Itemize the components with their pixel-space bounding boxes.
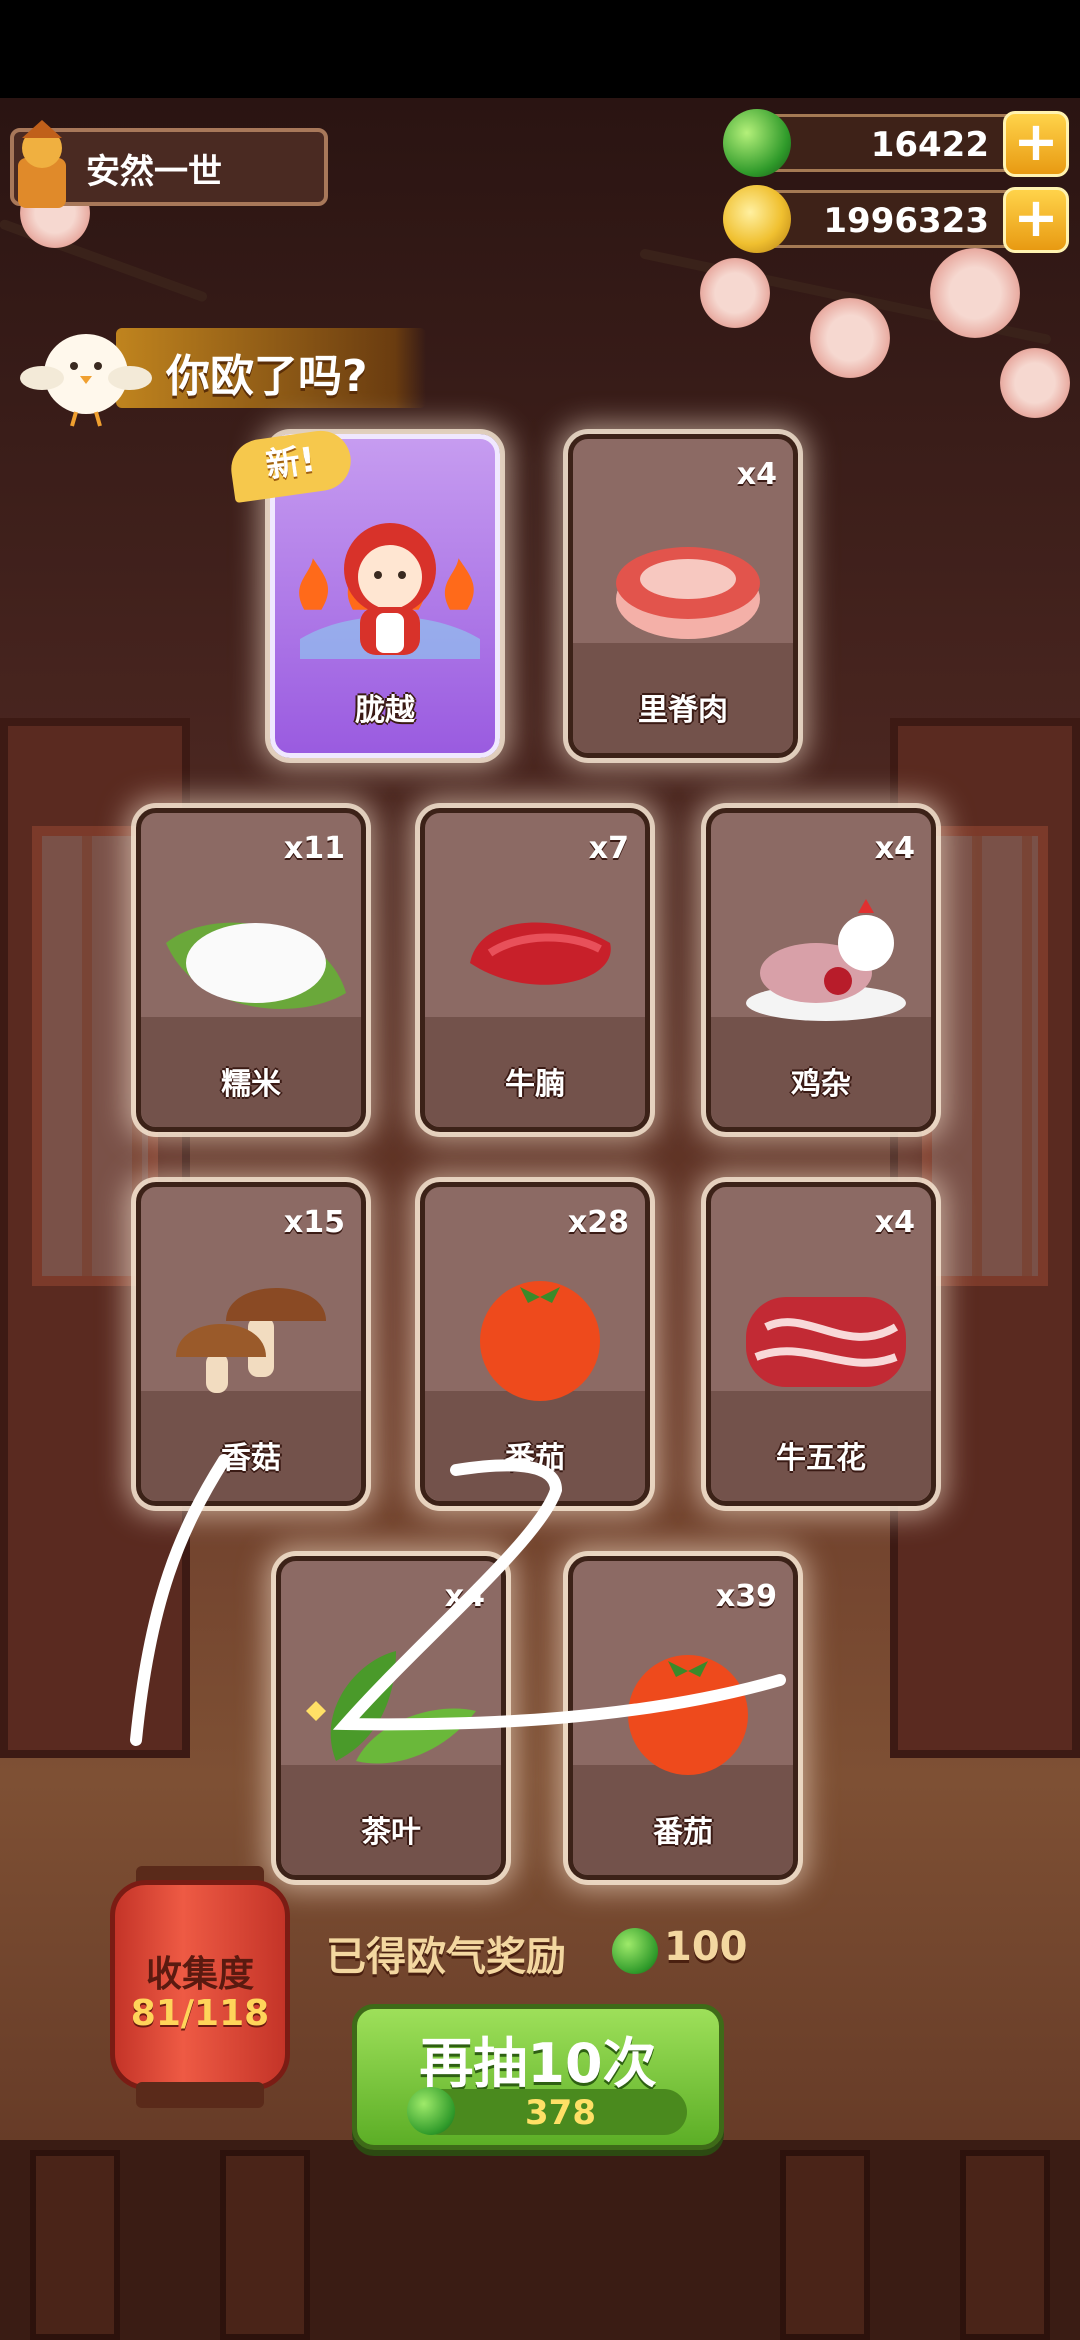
card-tomato[interactable]: x28 番茄	[420, 1182, 650, 1506]
tenderloin-icon	[616, 547, 760, 639]
beef-brisket-icon	[470, 922, 611, 985]
card-label: 里脊肉	[638, 693, 728, 728]
tomato-icon	[628, 1655, 748, 1775]
card-label: 胧越	[355, 693, 415, 728]
card-count: x4	[736, 457, 777, 492]
shiitake-mushroom-icon	[176, 1288, 326, 1393]
jade-currency-bar: 16422 +	[723, 109, 1069, 177]
jade-coin-icon	[407, 2087, 455, 2135]
card-glutinous-rice[interactable]: x11 糯米	[136, 808, 366, 1132]
tomato-icon	[480, 1281, 600, 1401]
card-label: 茶叶	[361, 1815, 421, 1850]
card-count: x4	[444, 1579, 485, 1614]
add-jade-button[interactable]: +	[1003, 111, 1069, 177]
player-avatar-icon	[18, 120, 66, 208]
card-tenderloin[interactable]: x4 里脊肉	[568, 434, 798, 758]
card-beef-belly[interactable]: x4 牛五花	[706, 1182, 936, 1506]
jade-amount: 16422	[870, 125, 989, 165]
player-name-plate[interactable]: 安然一世	[10, 120, 328, 208]
card-count: x11	[283, 831, 345, 866]
card-chicken-giblets[interactable]: x4 鸡杂	[706, 808, 936, 1132]
card-count: x4	[874, 831, 915, 866]
card-tea-leaves[interactable]: x4 茶叶	[276, 1556, 506, 1880]
reward-value: 100	[664, 1924, 748, 1970]
reward-label: 已得欧气奖励	[326, 1934, 566, 1980]
card-beef-brisket[interactable]: x7 牛腩	[420, 808, 650, 1132]
chick-mascot-icon	[20, 334, 152, 427]
draw-cost-value: 378	[525, 2093, 596, 2133]
card-shiitake[interactable]: x15 香菇	[136, 1182, 366, 1506]
card-label: 番茄	[505, 1441, 565, 1476]
lucky-banner-text: 你欧了吗?	[166, 351, 368, 402]
card-count: x4	[874, 1205, 915, 1240]
collection-progress: 81/118	[130, 1993, 270, 2034]
collection-lantern[interactable]: 收集度 81/118	[110, 1880, 290, 2090]
card-tomato-2[interactable]: x39 番茄	[568, 1556, 798, 1880]
draw-cost: 378	[407, 2087, 687, 2135]
player-name: 安然一世	[86, 152, 222, 192]
card-count: x7	[588, 831, 629, 866]
gold-coin-icon	[723, 185, 791, 253]
character-portrait-icon	[300, 523, 480, 659]
gold-currency-bar: 1996323 +	[723, 185, 1069, 253]
card-rare-character[interactable]: 新! 胧越	[227, 426, 500, 758]
card-count: x39	[715, 1579, 777, 1614]
card-count: x15	[283, 1205, 345, 1240]
tea-leaves-icon	[306, 1651, 476, 1764]
add-gold-button[interactable]: +	[1003, 187, 1069, 253]
card-label: 糯米	[221, 1067, 281, 1102]
card-label: 牛腩	[505, 1067, 565, 1102]
card-label: 番茄	[653, 1815, 713, 1850]
gold-amount: 1996323	[823, 201, 989, 241]
jade-coin-icon	[612, 1928, 658, 1974]
lucky-banner: 你欧了吗?	[116, 328, 426, 408]
jade-coin-icon	[723, 109, 791, 177]
floor	[0, 2140, 1080, 2340]
card-label: 鸡杂	[791, 1067, 851, 1102]
draw-ten-label: 再抽10次	[419, 2032, 657, 2095]
collection-title: 收集度	[145, 1954, 254, 1995]
card-label: 牛五花	[776, 1441, 866, 1476]
draw-ten-button[interactable]: 再抽10次 378	[352, 2004, 724, 2150]
chicken-giblets-icon	[746, 899, 906, 1021]
glutinous-rice-icon	[166, 922, 346, 1009]
card-label: 香菇	[221, 1441, 281, 1476]
card-count: x28	[567, 1205, 629, 1240]
marbled-beef-icon	[746, 1297, 906, 1387]
